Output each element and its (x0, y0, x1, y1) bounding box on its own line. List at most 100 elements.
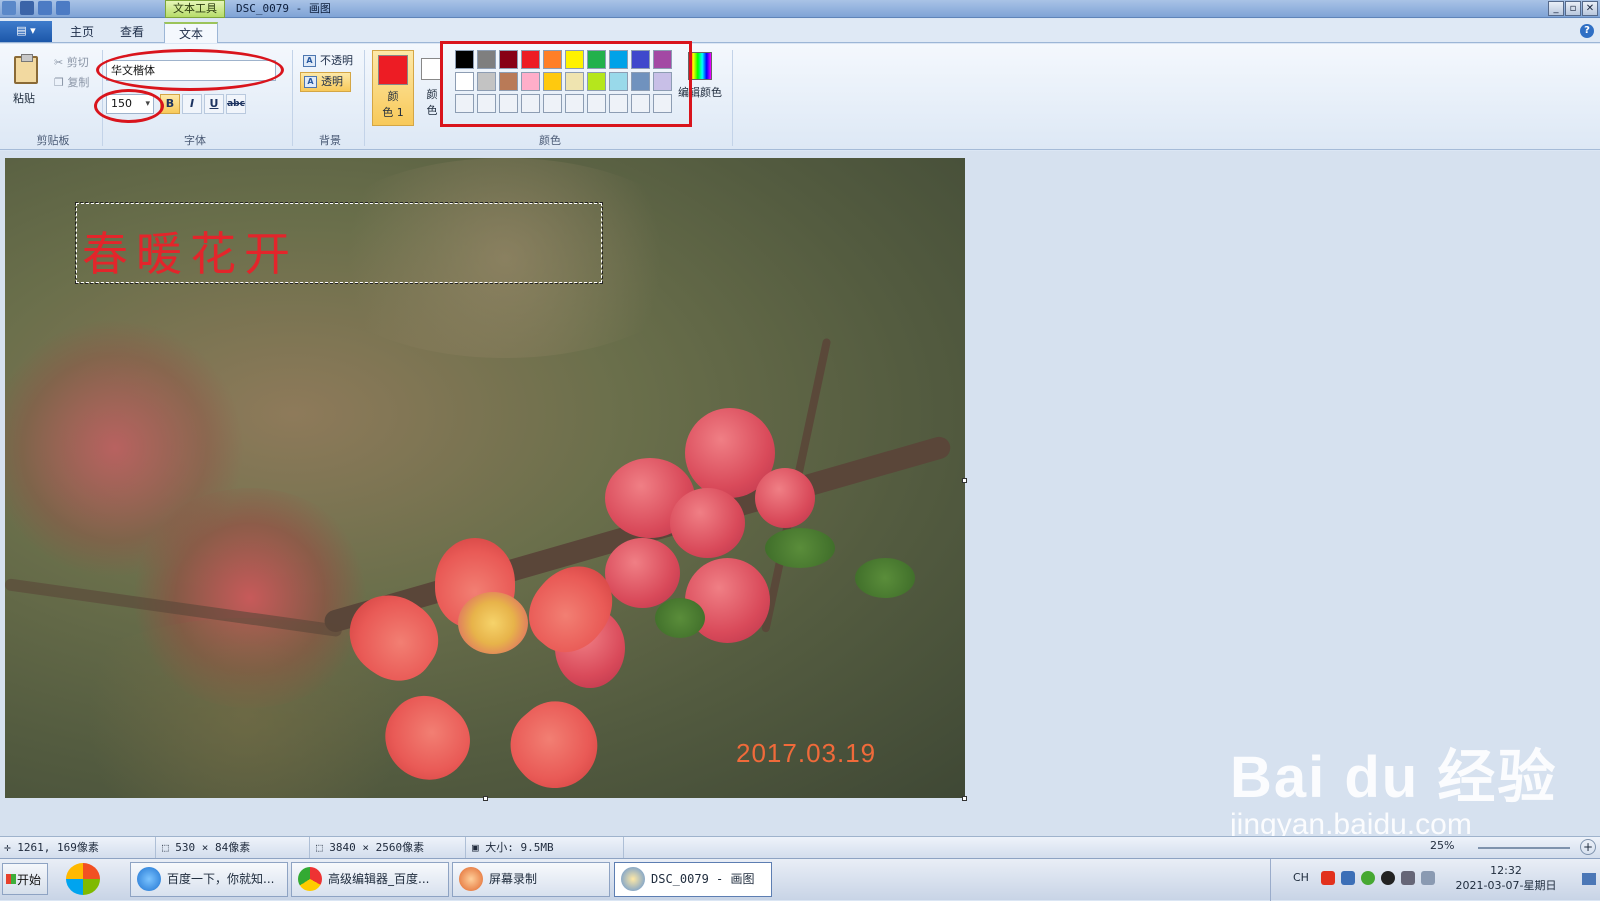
opaque-icon: A (303, 55, 316, 67)
taskbar-item-ie[interactable]: 百度一下，你就知... (130, 862, 288, 897)
save-icon[interactable] (20, 1, 34, 15)
volume-icon[interactable] (1421, 871, 1435, 885)
zoom-slider[interactable] (1478, 847, 1570, 849)
security-icon[interactable] (1361, 871, 1375, 885)
image-size-icon: ⬚ (316, 841, 330, 854)
undo-icon[interactable] (38, 1, 52, 15)
disk-icon: ▣ (472, 841, 486, 854)
browser-icon (298, 867, 322, 891)
status-bar: ✛ 1261, 169像素 ⬚ 530 × 84像素 ⬚ 3840 × 2560… (0, 836, 1600, 858)
cursor-position: ✛ 1261, 169像素 (0, 837, 156, 858)
help-icon[interactable]: ? (1580, 24, 1594, 38)
group-label-colors: 颜色 (539, 134, 561, 147)
flower-bud (755, 468, 815, 528)
ribbon-tabs: ▤ ▾ 主页 查看 文本 ? (0, 19, 1600, 43)
taskbar-item-label: 百度一下，你就知... (167, 872, 275, 886)
transparent-icon: A (304, 76, 317, 88)
copy-icon: ❐ (54, 76, 68, 89)
image-size: ⬚ 3840 × 2560像素 (312, 837, 466, 858)
taskbar-item-label: 高级编辑器_百度... (328, 872, 430, 886)
flower-bud (605, 538, 680, 608)
close-button[interactable]: ✕ (1582, 1, 1598, 16)
paint-app-icon[interactable] (2, 1, 16, 15)
color1-button[interactable]: 颜 色 1 (372, 50, 414, 126)
restore-button[interactable]: ▫ (1565, 1, 1581, 16)
taskbar-item-label: 屏幕录制 (489, 872, 538, 886)
taskbar-item-chrome[interactable]: 高级编辑器_百度... (291, 862, 449, 897)
selection-size-text: 530 × 84像素 (175, 841, 251, 854)
selection-icon: ⬚ (162, 841, 176, 854)
flower-bud (670, 488, 745, 558)
tab-view[interactable]: 查看 (106, 22, 158, 43)
window-title: DSC_0079 - 画图 (236, 2, 331, 15)
color1-swatch (378, 55, 408, 85)
leaf (655, 598, 705, 638)
file-size-text: 大小: 9.5MB (485, 841, 554, 854)
system-tray: CH 12:32 2021-03-07-星期日 (1270, 859, 1600, 901)
group-label-clipboard: 剪贴板 (36, 134, 70, 147)
tab-home[interactable]: 主页 (56, 22, 108, 43)
separator (732, 50, 733, 146)
annotation-ellipse-size (94, 89, 164, 123)
quick-launch-icon[interactable] (66, 863, 100, 895)
input-language[interactable]: CH (1293, 871, 1309, 884)
annotation-ellipse-font (96, 49, 284, 91)
taskbar-item-recorder[interactable]: 屏幕录制 (452, 862, 610, 897)
file-size: ▣ 大小: 9.5MB (468, 837, 624, 858)
resize-handle-right[interactable] (962, 478, 967, 483)
opaque-option[interactable]: A 不透明 (300, 52, 353, 72)
taskbar-item-label: DSC_0079 - 画图 (651, 872, 755, 886)
start-button[interactable]: 开始 (2, 863, 48, 895)
network-icon[interactable] (1341, 871, 1355, 885)
color1-label-line1: 颜 (387, 90, 399, 103)
paint-icon (621, 867, 645, 891)
cut-label: 剪切 (66, 56, 89, 69)
resize-handle-corner[interactable] (962, 796, 967, 801)
tab-text[interactable]: 文本 (164, 22, 219, 43)
annotation-rect-palette (440, 41, 692, 127)
quick-access-toolbar (2, 1, 82, 15)
clock-time: 12:32 (1490, 864, 1522, 877)
resize-handle-bottom[interactable] (483, 796, 488, 801)
paint-menu-button[interactable]: ▤ ▾ (0, 21, 52, 42)
opaque-label: 不透明 (320, 54, 353, 67)
show-desktop-button[interactable] (1582, 873, 1596, 885)
group-label-font: 字体 (184, 134, 206, 147)
title-bar: 文本工具 DSC_0079 - 画图 _ ▫ ✕ (0, 0, 1600, 18)
monitor-icon[interactable] (1401, 871, 1415, 885)
qq-icon[interactable] (1381, 871, 1395, 885)
paste-button[interactable]: 粘贴 (8, 48, 48, 108)
color1-label-line2: 色 1 (382, 106, 404, 119)
italic-button[interactable]: I (182, 94, 202, 114)
cut-button[interactable]: ✂ 剪切 (54, 54, 89, 70)
underline-button[interactable]: U (204, 94, 224, 114)
transparent-label: 透明 (321, 75, 343, 88)
strikethrough-button[interactable]: abc (226, 94, 246, 114)
separator (292, 50, 293, 146)
clock[interactable]: 12:32 2021-03-07-星期日 (1447, 863, 1565, 893)
taskbar: 开始 百度一下，你就知... 高级编辑器_百度... 屏幕录制 DSC_0079… (0, 858, 1600, 901)
watermark-logo-text: Bai du 经验 (1230, 745, 1558, 810)
photo-date-stamp: 2017.03.19 (736, 738, 877, 768)
separator (364, 50, 365, 146)
leaf (765, 528, 835, 568)
redo-icon[interactable] (56, 1, 70, 15)
qat-dropdown-icon[interactable] (74, 1, 82, 15)
cursor-position-text: 1261, 169像素 (17, 841, 99, 854)
context-tab-text-tools: 文本工具 (165, 0, 225, 18)
minimize-button[interactable]: _ (1548, 1, 1564, 16)
window-controls: _ ▫ ✕ (1548, 1, 1598, 16)
clock-date: 2021-03-07-星期日 (1455, 879, 1557, 892)
scissors-icon: ✂ (54, 56, 67, 69)
transparent-option[interactable]: A 透明 (300, 72, 351, 92)
zoom-in-button[interactable]: + (1580, 839, 1596, 855)
ime-icon[interactable] (1321, 871, 1335, 885)
taskbar-item-paint[interactable]: DSC_0079 - 画图 (614, 862, 772, 897)
flower-petal (494, 685, 615, 798)
cursor-icon: ✛ (4, 841, 18, 854)
recorder-icon (459, 867, 483, 891)
zoom-level: 25% (1430, 839, 1455, 852)
baidu-watermark: Bai du 经验 jingyan.baidu.com (1230, 730, 1557, 842)
copy-button[interactable]: ❐ 复制 (54, 74, 89, 90)
canvas-overlay-text[interactable]: 春暖花开 (82, 218, 298, 284)
